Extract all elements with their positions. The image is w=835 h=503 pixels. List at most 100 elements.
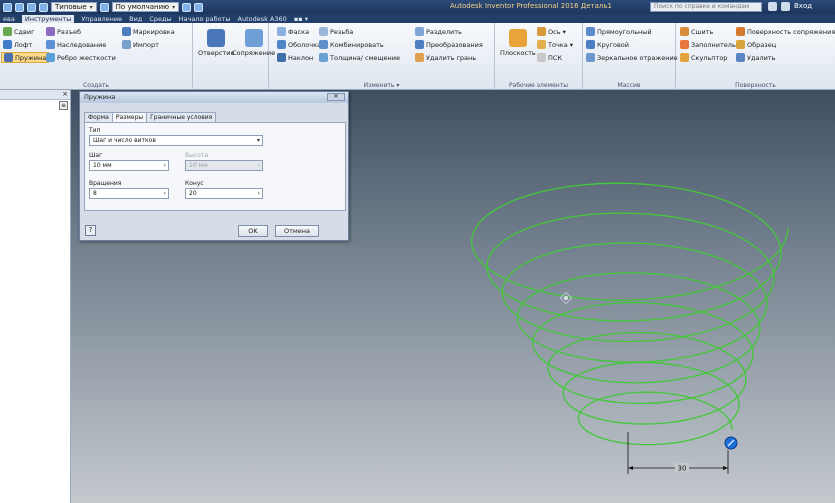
app-menu-icon[interactable] [3, 2, 12, 12]
boundary-patch-button[interactable]: Поверхность сопряжения [736, 27, 835, 36]
title-bar: Типовые ▾ По умолчанию ▾ Autodesk Inventor… [0, 0, 835, 14]
undo-icon[interactable] [182, 2, 192, 12]
pitch-input[interactable]: 10 мм › [89, 160, 169, 171]
chevron-right-icon[interactable]: › [258, 189, 260, 198]
tab-get-started[interactable]: Начало работы [179, 15, 231, 23]
close-icon[interactable]: × [62, 90, 68, 98]
mirror-button[interactable]: Зеркальное отражение [586, 53, 678, 62]
rib-button[interactable]: Ребро жесткости [46, 53, 116, 62]
thicken-button[interactable]: Толщина/ смещение [319, 53, 400, 62]
import-icon [122, 40, 131, 49]
plane-button[interactable]: Плоскость [500, 29, 536, 57]
help-button[interactable]: ? [85, 225, 96, 236]
help-search-input[interactable]: Поиск по справке и командам [650, 2, 762, 12]
tab-a360[interactable]: Autodesk A360 [238, 15, 287, 23]
dialog-title: Пружина [84, 93, 116, 101]
delete-face-button[interactable]: Удалить грань [415, 53, 476, 62]
redo-icon[interactable] [194, 2, 204, 12]
loft-button[interactable]: Лофт [3, 40, 32, 49]
group-title-work-features: Рабочие элементы [509, 82, 568, 89]
pitch-label: Шаг [89, 152, 103, 159]
plane-icon [508, 29, 527, 47]
mark-icon [122, 27, 131, 36]
combine-button[interactable]: Комбинировать [319, 40, 384, 49]
derive-button[interactable]: Наследование [46, 40, 106, 49]
sign-in-link[interactable]: Вход [794, 2, 812, 11]
split-button[interactable]: Разделить [415, 27, 462, 36]
coil-icon [4, 53, 13, 62]
point-button[interactable]: Точка ▾ [537, 40, 573, 49]
sculpt-icon [680, 53, 689, 62]
stitch-button[interactable]: Сшить [680, 27, 713, 36]
group-modify: Фаска Оболочка Наклон Резьба Комбинирова… [269, 23, 495, 90]
browser-menu-icon[interactable]: ≡ [59, 101, 68, 110]
split-icon [415, 27, 424, 36]
emboss-button[interactable]: Разъеб [46, 27, 81, 36]
taper-label: Конус [185, 180, 204, 187]
tab-overflow[interactable]: ▪▪ ▾ [294, 15, 308, 23]
draft-icon [277, 53, 286, 62]
taper-input[interactable]: 20 › [185, 188, 263, 199]
shell-button[interactable]: Оболочка [277, 40, 321, 49]
fillet-icon [244, 29, 263, 47]
sweep-button[interactable]: Сдвиг [3, 27, 35, 36]
axis-icon [537, 27, 546, 36]
chamfer-button[interactable]: Фаска [277, 27, 309, 36]
group-title-create: Создать [83, 82, 109, 89]
tab-tools[interactable]: Инструменты [21, 14, 75, 23]
tab-shape[interactable]: Форма [84, 112, 113, 122]
tab-manage[interactable]: Управление [81, 15, 122, 23]
user-icon[interactable] [781, 2, 790, 11]
new-file-icon[interactable] [15, 2, 24, 12]
window-title: Autodesk Inventor Professional 2016 Дета… [450, 2, 612, 10]
ruled-surface-icon [736, 40, 745, 49]
delete-button[interactable]: Удалить [736, 53, 775, 62]
ruled-surface-button[interactable]: Образец [736, 40, 776, 49]
direct-edit-button[interactable]: Преобразования [415, 40, 483, 49]
circular-pattern-button[interactable]: Круговой [586, 40, 629, 49]
coil-button[interactable]: Пружина [1, 52, 50, 63]
dimension-label[interactable]: 30 [678, 465, 687, 473]
tab-ends[interactable]: Граничные условия [146, 112, 217, 122]
appearance-combo[interactable]: По умолчанию ▾ [111, 2, 180, 12]
group-pattern: Прямоугольный Круговой Зеркальное отраже… [583, 23, 678, 90]
thread-button[interactable]: Резьба [319, 27, 353, 36]
tab-size[interactable]: Размеры [111, 112, 148, 122]
hole-button[interactable]: Отверстие [198, 29, 234, 57]
coil-dialog: Пружина ✕ Форма Размеры Граничные услови… [79, 91, 349, 241]
tab-view[interactable]: Вид [129, 15, 142, 23]
chevron-down-icon: ▾ [89, 3, 93, 11]
chevron-right-icon[interactable]: › [164, 189, 166, 198]
dialog-title-bar: Пружина ✕ [80, 92, 348, 103]
rectangular-pattern-button[interactable]: Прямоугольный [586, 27, 652, 36]
chevron-right-icon[interactable]: › [164, 161, 166, 170]
import-button[interactable]: Импорт [122, 40, 159, 49]
ok-button[interactable]: OK [238, 225, 268, 237]
open-file-icon[interactable] [27, 2, 36, 12]
cancel-button[interactable]: Отмена [275, 225, 319, 237]
boundary-patch-icon [736, 27, 745, 36]
group-create: Сдвиг Лофт Пружина Разъеб Наследование Р… [0, 23, 193, 90]
sculpt-button[interactable]: Скульптор [680, 53, 727, 62]
material-combo[interactable]: Типовые ▾ [51, 2, 97, 12]
axis-button[interactable]: Ось ▾ [537, 27, 566, 36]
delete-icon [736, 53, 745, 62]
mark-button[interactable]: Маркировка [122, 27, 175, 36]
save-icon[interactable] [39, 2, 48, 12]
thread-icon [319, 27, 328, 36]
dialog-close-button[interactable]: ✕ [327, 93, 345, 101]
binoculars-icon[interactable] [768, 2, 777, 11]
tab-model[interactable]: ева [3, 15, 15, 23]
ucs-button[interactable]: ПСК [537, 53, 562, 62]
axis-grip[interactable] [724, 436, 738, 450]
group-title-modify[interactable]: Изменить ▾ [269, 82, 494, 89]
tab-environments[interactable]: Среды [149, 15, 171, 23]
helix-path [470, 182, 789, 446]
type-select[interactable]: Шаг и число витков ▾ [89, 135, 263, 146]
chamfer-icon [277, 27, 286, 36]
helix-wireframe [470, 182, 789, 446]
patch-button[interactable]: Заполнитель [680, 40, 736, 49]
draft-button[interactable]: Наклон [277, 53, 313, 62]
revolutions-input[interactable]: 8 › [89, 188, 169, 199]
quick-access-toolbar: Типовые ▾ По умолчанию ▾ [0, 0, 204, 14]
